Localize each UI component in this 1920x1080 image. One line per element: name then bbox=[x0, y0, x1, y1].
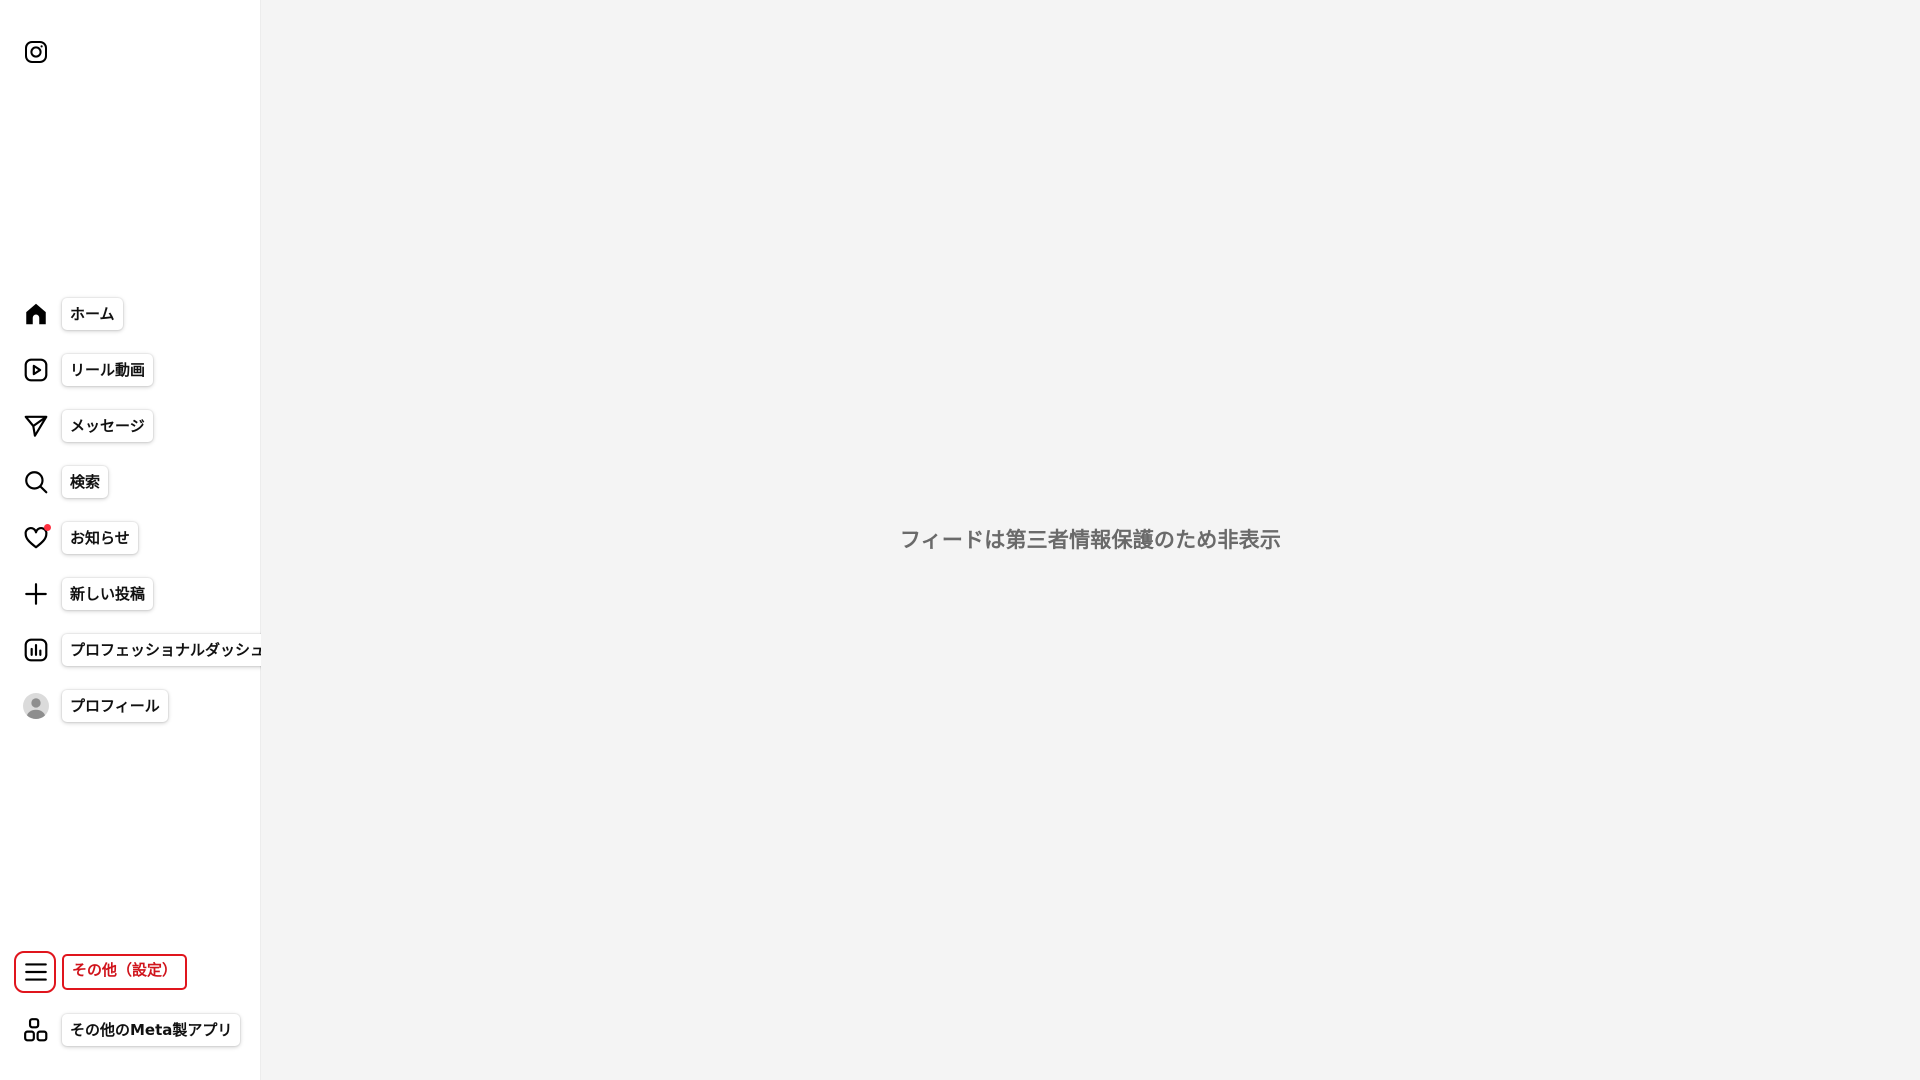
sidebar-item-label: ホーム bbox=[62, 298, 123, 330]
instagram-logo-icon[interactable] bbox=[24, 40, 48, 64]
sidebar-item-label: リール動画 bbox=[62, 354, 154, 386]
sidebar-item-label: その他（設定） bbox=[62, 954, 188, 990]
notification-dot bbox=[44, 524, 51, 531]
plus-icon bbox=[22, 580, 50, 608]
feed-hidden-notice: フィードは第三者情報保護のため非表示 bbox=[899, 528, 1282, 552]
home-icon bbox=[22, 300, 50, 328]
sidebar-item-label: お知らせ bbox=[62, 522, 138, 554]
apps-grid-icon bbox=[22, 1016, 50, 1044]
search-icon bbox=[22, 468, 50, 496]
paper-plane-icon bbox=[22, 412, 50, 440]
dashboard-icon bbox=[22, 636, 50, 664]
sidebar-item-label: プロフィール bbox=[62, 690, 168, 722]
reels-icon bbox=[22, 356, 50, 384]
sidebar-item-label: 検索 bbox=[62, 466, 109, 498]
avatar bbox=[22, 692, 50, 720]
sidebar-item-label: その他のMeta製アプリ bbox=[62, 1014, 241, 1046]
app-window: ホーム リール動画 メッセージ 検索 お知らせ 新しい投稿 プロフェッショナルダ… bbox=[0, 0, 1920, 1080]
heart-icon bbox=[22, 524, 51, 552]
main-feed-area: フィードは第三者情報保護のため非表示 bbox=[261, 0, 1920, 1080]
sidebar-item-label: メッセージ bbox=[62, 410, 153, 442]
hamburger-menu-icon bbox=[22, 958, 50, 986]
sidebar-item-label: 新しい投稿 bbox=[62, 578, 154, 610]
sidebar: ホーム リール動画 メッセージ 検索 お知らせ 新しい投稿 プロフェッショナルダ… bbox=[0, 0, 319, 1080]
